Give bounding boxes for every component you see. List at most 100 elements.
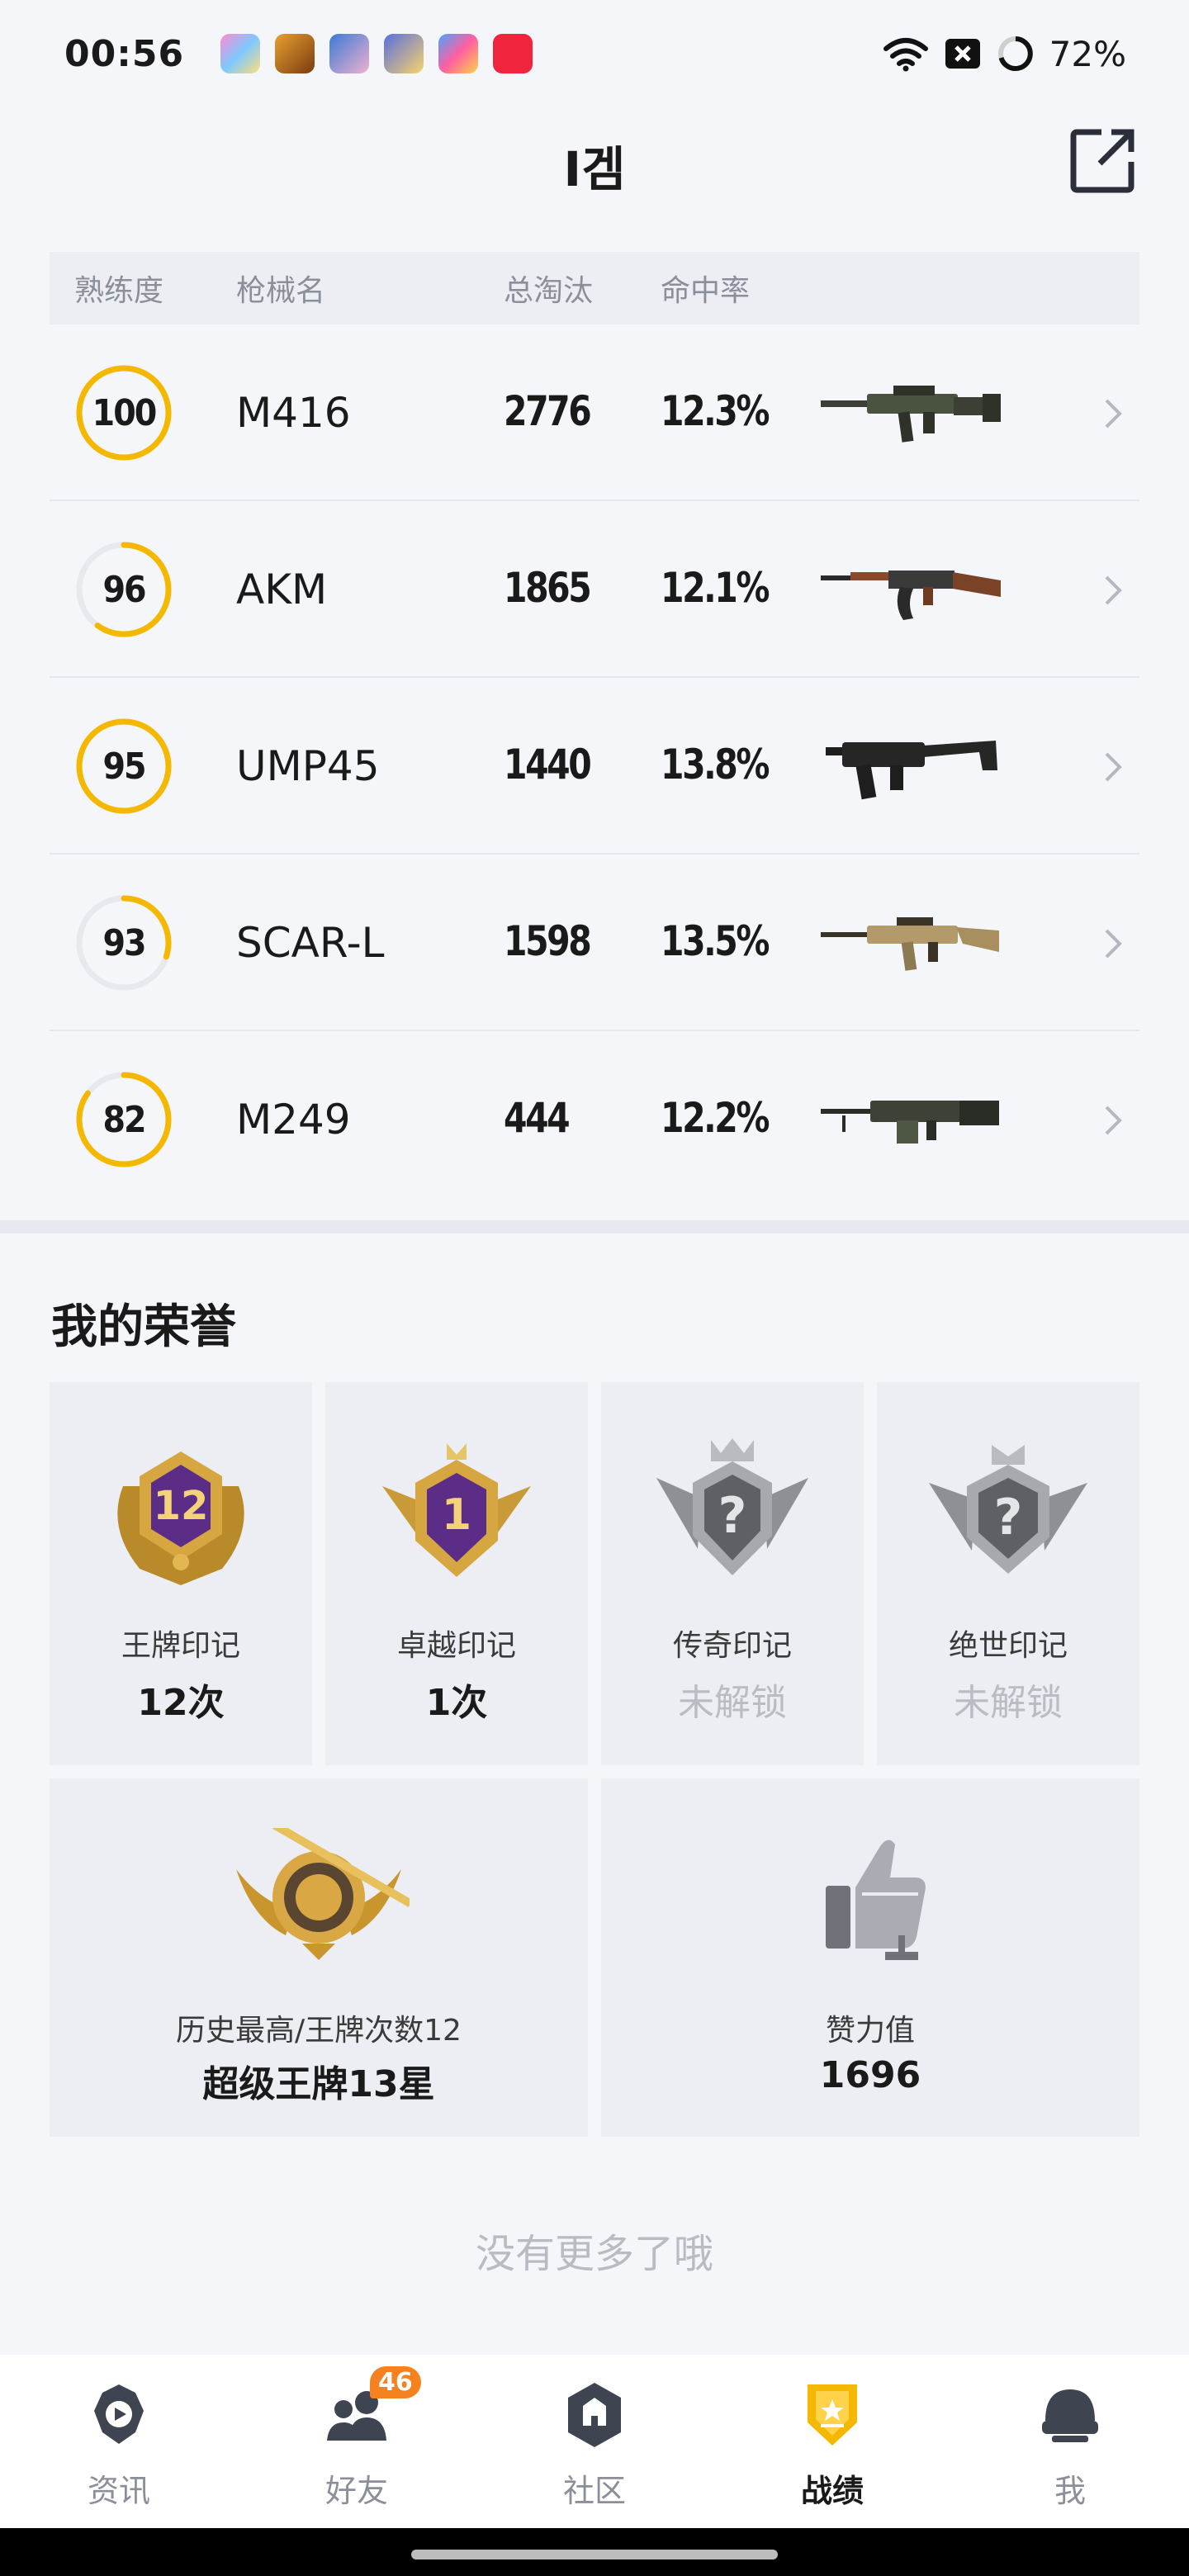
stat-card[interactable]: 赞力值 1696: [601, 1778, 1139, 2137]
peerless-badge-icon: ?: [929, 1445, 1087, 1574]
weapon-name: M416: [236, 389, 351, 437]
tier-badge-icon: [236, 1828, 410, 1960]
weapon-name: SCAR-L: [236, 919, 385, 967]
profile-icon: [1042, 2389, 1098, 2442]
header-kills: 总淘汰: [504, 274, 594, 308]
friends-count-badge: 46: [370, 2366, 421, 2398]
badge-value: 未解锁: [678, 1682, 787, 1724]
badge-name: 传奇印记: [672, 1629, 792, 1663]
honor-title: 我的荣誉: [51, 1300, 236, 1354]
chevron-right-icon[interactable]: [1101, 395, 1125, 432]
weapon-name: AKM: [236, 566, 328, 613]
star-app-icon: [438, 34, 479, 73]
stat-grid: 历史最高/王牌次数12 超级王牌13星 赞力值 1696: [50, 1778, 1139, 2137]
game-app-icon: [275, 34, 315, 73]
system-nav-bar: [0, 2528, 1189, 2576]
kills-value: 1865: [504, 564, 592, 612]
chevron-right-icon[interactable]: [1101, 749, 1125, 785]
weapon-name: UMP45: [236, 742, 380, 790]
table-row[interactable]: 82 M249 444 12.2%: [50, 1031, 1139, 1208]
kills-value: 1440: [504, 741, 592, 788]
hit-rate-value: 13.5%: [661, 917, 770, 965]
hit-rate-value: 13.8%: [661, 741, 770, 788]
hit-rate-value: 12.3%: [661, 387, 770, 435]
status-bar: 00:56 72%: [0, 0, 1189, 107]
kills-value: 1598: [504, 917, 592, 965]
thumbs-up-icon: [826, 1840, 926, 1960]
chevron-right-icon[interactable]: [1101, 926, 1125, 962]
kills-value: 2776: [504, 387, 592, 435]
svg-text:12: 12: [154, 1483, 209, 1529]
badge-name: 卓越印记: [396, 1629, 516, 1663]
tab-community[interactable]: 社区: [476, 2355, 713, 2528]
svg-text:1: 1: [442, 1490, 471, 1540]
tab-label: 社区: [562, 2473, 626, 2509]
music-app-icon: [493, 34, 533, 73]
section-divider: [0, 1220, 1189, 1234]
tab-label: 我: [1054, 2473, 1086, 2509]
home-indicator[interactable]: [411, 2550, 778, 2559]
stat-value: 超级王牌13星: [202, 2063, 435, 2105]
proficiency-value: 96: [102, 568, 146, 611]
community-icon: [568, 2383, 621, 2447]
sim-off-icon: [945, 39, 980, 69]
proficiency-value: 95: [102, 745, 146, 788]
stat-card[interactable]: 历史最高/王牌次数12 超级王牌13星: [50, 1778, 588, 2137]
hit-rate-value: 12.1%: [661, 564, 770, 612]
scar-rifle-icon: [821, 917, 999, 971]
ak-rifle-icon: [821, 571, 1001, 620]
news-icon: [94, 2384, 144, 2444]
badge-card[interactable]: 12 王牌印记 12次: [50, 1382, 312, 1765]
battery-level: 72%: [1049, 33, 1126, 74]
table-row[interactable]: 95 UMP45 1440 13.8%: [50, 678, 1139, 855]
badge-card[interactable]: 1 卓越印记 1次: [325, 1382, 588, 1765]
table-row[interactable]: 93 SCAR-L 1598 13.5%: [50, 855, 1139, 1031]
header-proficiency: 熟练度: [74, 274, 164, 308]
game-app-icon-3: [384, 34, 424, 73]
tab-record[interactable]: 战绩: [713, 2355, 951, 2528]
proficiency-value: 100: [92, 391, 158, 434]
end-of-list-text: 没有更多了哦: [475, 2231, 713, 2277]
tab-friends[interactable]: 46 好友: [238, 2355, 476, 2528]
share-icon[interactable]: [1068, 125, 1138, 195]
tab-label: 好友: [324, 2473, 388, 2509]
chevron-right-icon[interactable]: [1101, 1102, 1125, 1139]
hit-rate-value: 12.2%: [661, 1094, 770, 1142]
chevron-right-icon[interactable]: [1101, 572, 1125, 608]
tab-profile[interactable]: 我: [951, 2355, 1189, 2528]
gallery-app-icon: [220, 34, 261, 73]
badge-value: 1次: [425, 1682, 488, 1724]
stat-value: 1696: [819, 2054, 921, 2096]
header: I겜: [0, 116, 1189, 206]
status-app-icons: [220, 34, 533, 73]
proficiency-value: 93: [102, 921, 146, 964]
badge-value: 12次: [137, 1682, 225, 1724]
tab-news[interactable]: 资讯: [0, 2355, 238, 2528]
badge-card[interactable]: ? 传奇印记 未解锁: [601, 1382, 864, 1765]
excellent-badge-icon: 1: [382, 1443, 531, 1577]
bottom-nav: 资讯 46 好友 社区 战绩 我: [0, 2355, 1189, 2528]
svg-text:?: ?: [994, 1489, 1023, 1546]
badge-name: 绝世印记: [948, 1629, 1068, 1663]
lmg-icon: [821, 1101, 999, 1144]
badge-grid: 12 王牌印记 12次 1 卓越印记 1次 ? 传奇印记 未解锁 ? 绝世印记 …: [50, 1382, 1139, 1765]
badge-name: 王牌印记: [121, 1629, 240, 1663]
stat-label: 赞力值: [825, 2014, 915, 2048]
record-icon: [808, 2384, 857, 2446]
badge-card[interactable]: ? 绝世印记 未解锁: [877, 1382, 1139, 1765]
proficiency-value: 82: [102, 1098, 146, 1141]
kills-value: 444: [504, 1094, 571, 1142]
wifi-icon: [883, 38, 928, 72]
game-app-icon-2: [329, 34, 370, 73]
tab-label: 战绩: [800, 2473, 864, 2509]
header-weapon: 枪械名: [236, 274, 326, 308]
legend-badge-icon: ?: [656, 1438, 808, 1575]
table-row[interactable]: 100 M416 2776 12.3%: [50, 324, 1139, 501]
weapon-name: M249: [236, 1096, 351, 1144]
header-hit-rate: 命中率: [661, 274, 751, 308]
ace-badge-icon: 12: [117, 1451, 244, 1585]
page-title: I겜: [563, 141, 626, 197]
stat-label: 历史最高/王牌次数12: [176, 2014, 462, 2048]
rifle-icon: [821, 386, 1001, 443]
table-row[interactable]: 96 AKM 1865 12.1%: [50, 501, 1139, 678]
